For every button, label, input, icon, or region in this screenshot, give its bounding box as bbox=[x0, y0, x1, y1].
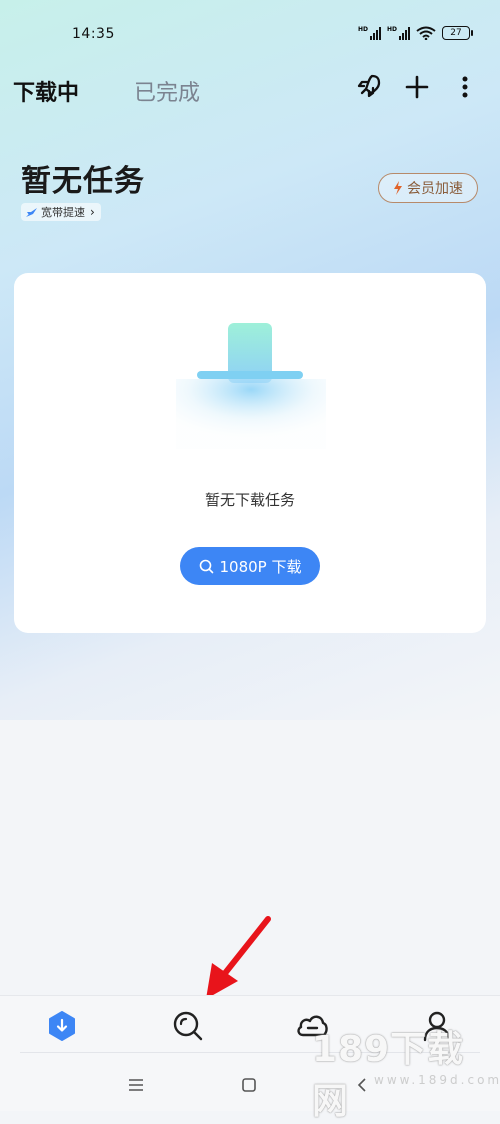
status-icons: HD HD 27 bbox=[358, 26, 473, 40]
broadband-speedup-link[interactable]: 宽带提速 › bbox=[21, 203, 101, 221]
hd-label: HD bbox=[357, 26, 368, 33]
watermark-url: www.189d.com bbox=[374, 1073, 500, 1087]
battery-icon: 27 bbox=[442, 26, 473, 40]
download-button-label: 1080P 下载 bbox=[219, 557, 302, 576]
chevron-right-icon: › bbox=[90, 205, 95, 219]
search-icon bbox=[199, 559, 213, 573]
hd-label: HD bbox=[386, 26, 397, 33]
download-icon bbox=[49, 1011, 75, 1041]
nav-search[interactable] bbox=[168, 1006, 208, 1046]
site-watermark: 189下载网 www.189d.com bbox=[312, 1020, 500, 1122]
tab-completed[interactable]: 已完成 bbox=[134, 75, 200, 107]
top-bar: 下载中 已完成 bbox=[0, 70, 500, 110]
rocket-icon[interactable] bbox=[353, 72, 383, 102]
signal-icon: HD bbox=[358, 26, 381, 40]
status-time: 14:35 bbox=[72, 26, 115, 42]
vip-boost-button[interactable]: 会员加速 bbox=[378, 173, 478, 203]
more-vertical-icon[interactable] bbox=[450, 72, 480, 102]
swallow-icon bbox=[26, 207, 37, 217]
search-icon bbox=[173, 1011, 203, 1041]
tab-downloading[interactable]: 下载中 bbox=[13, 75, 79, 107]
speed-link-label: 宽带提速 bbox=[41, 206, 85, 219]
1080p-download-button[interactable]: 1080P 下载 bbox=[180, 547, 320, 585]
wifi-icon bbox=[416, 26, 436, 40]
menu-icon[interactable] bbox=[122, 1071, 150, 1099]
vip-boost-label: 会员加速 bbox=[407, 181, 463, 197]
nav-download[interactable] bbox=[42, 1006, 82, 1046]
empty-state-card: 暂无下载任务 1080P 下载 bbox=[14, 273, 486, 633]
plus-icon[interactable] bbox=[402, 72, 432, 102]
home-icon[interactable] bbox=[235, 1071, 263, 1099]
empty-message: 暂无下载任务 bbox=[204, 491, 295, 509]
red-arrow-annotation bbox=[206, 916, 271, 999]
lightning-icon bbox=[394, 181, 402, 195]
empty-tray-illustration bbox=[176, 323, 326, 449]
page-title: 暂无任务 bbox=[21, 164, 145, 199]
signal-icon: HD bbox=[387, 26, 410, 40]
status-bar: 14:35 HD HD 27 bbox=[0, 0, 500, 60]
watermark-text: 189下载网 bbox=[312, 1029, 465, 1122]
